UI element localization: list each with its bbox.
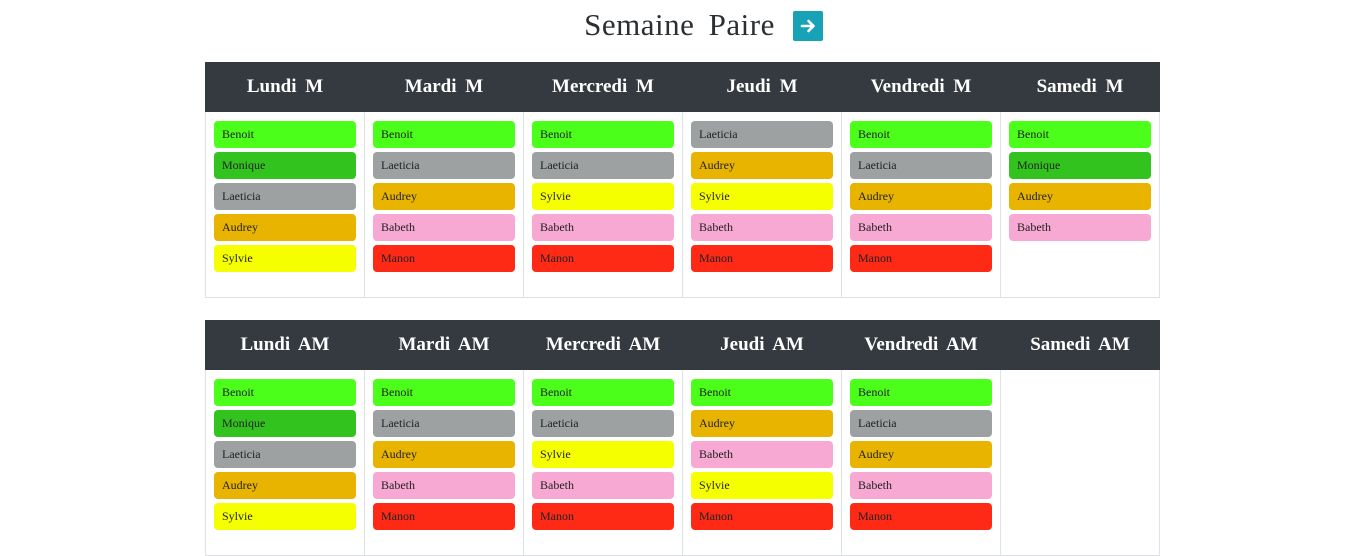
- person-badge[interactable]: Audrey: [373, 183, 515, 210]
- person-badge[interactable]: Benoit: [373, 121, 515, 148]
- person-badge[interactable]: Sylvie: [214, 503, 356, 530]
- person-badge[interactable]: Monique: [214, 410, 356, 437]
- day-cell: Benoit Monique Laeticia Audrey Sylvie: [205, 369, 365, 556]
- person-badge[interactable]: Benoit: [532, 121, 674, 148]
- person-badge[interactable]: Manon: [691, 503, 833, 530]
- person-badge[interactable]: Audrey: [691, 152, 833, 179]
- day-header: Lundi AM: [205, 320, 365, 370]
- person-badge[interactable]: Manon: [532, 245, 674, 272]
- arrow-right-icon: [800, 19, 815, 32]
- day-header: Jeudi AM: [682, 320, 842, 370]
- day-header: Mardi AM: [364, 320, 524, 370]
- day-cell: Benoit Laeticia Audrey Babeth Manon: [364, 111, 524, 298]
- title-wrap: Semaine Paire: [584, 8, 823, 41]
- person-badge[interactable]: Laeticia: [373, 152, 515, 179]
- person-badge[interactable]: Laeticia: [214, 183, 356, 210]
- person-badge[interactable]: Audrey: [214, 214, 356, 241]
- day-cell: Benoit Monique Audrey Babeth: [1000, 111, 1160, 298]
- day-cell: Benoit Laeticia Audrey Babeth Manon: [364, 369, 524, 556]
- next-week-button[interactable]: [792, 10, 823, 41]
- person-badge[interactable]: Manon: [850, 245, 992, 272]
- person-badge[interactable]: Audrey: [691, 410, 833, 437]
- person-badge[interactable]: Audrey: [373, 441, 515, 468]
- day-cell: Laeticia Audrey Sylvie Babeth Manon: [682, 111, 842, 298]
- day-header: Mercredi AM: [523, 320, 683, 370]
- person-badge[interactable]: Manon: [691, 245, 833, 272]
- person-badge[interactable]: Manon: [373, 503, 515, 530]
- day-cell: Benoit Monique Laeticia Audrey Sylvie: [205, 111, 365, 298]
- person-badge[interactable]: Laeticia: [373, 410, 515, 437]
- day-header: Samedi AM: [1000, 320, 1160, 370]
- day-cell: Benoit Laeticia Audrey Babeth Manon: [841, 111, 1001, 298]
- day-cell: Benoit Laeticia Audrey Babeth Manon: [841, 369, 1001, 556]
- person-badge[interactable]: Sylvie: [214, 245, 356, 272]
- person-badge[interactable]: Sylvie: [532, 441, 674, 468]
- morning-body-row: Benoit Monique Laeticia Audrey Sylvie Benoit…: [205, 111, 1160, 298]
- day-header: Mardi M: [364, 62, 524, 112]
- day-header: Samedi M: [1000, 62, 1160, 112]
- title-bar: Semaine Paire: [0, 0, 1365, 48]
- person-badge[interactable]: Benoit: [532, 379, 674, 406]
- person-badge[interactable]: Babeth: [373, 472, 515, 499]
- day-header: Mercredi M: [523, 62, 683, 112]
- person-badge[interactable]: Benoit: [850, 121, 992, 148]
- person-badge[interactable]: Babeth: [691, 214, 833, 241]
- person-badge[interactable]: Manon: [373, 245, 515, 272]
- person-badge[interactable]: Monique: [1009, 152, 1151, 179]
- person-badge[interactable]: Laeticia: [214, 441, 356, 468]
- person-badge[interactable]: Benoit: [1009, 121, 1151, 148]
- person-badge[interactable]: Sylvie: [532, 183, 674, 210]
- person-badge[interactable]: Laeticia: [532, 152, 674, 179]
- morning-schedule-table: Lundi M Mardi M Mercredi M Jeudi M Vendr…: [205, 62, 1160, 298]
- person-badge[interactable]: Benoit: [214, 379, 356, 406]
- person-badge[interactable]: Laeticia: [532, 410, 674, 437]
- afternoon-header-row: Lundi AM Mardi AM Mercredi AM Jeudi AM V…: [205, 320, 1160, 370]
- person-badge[interactable]: Benoit: [691, 379, 833, 406]
- person-badge[interactable]: Sylvie: [691, 183, 833, 210]
- person-badge[interactable]: Audrey: [850, 441, 992, 468]
- day-cell: [1000, 369, 1160, 556]
- day-header: Lundi M: [205, 62, 365, 112]
- person-badge[interactable]: Manon: [532, 503, 674, 530]
- person-badge[interactable]: Sylvie: [691, 472, 833, 499]
- person-badge[interactable]: Laeticia: [850, 410, 992, 437]
- day-header: Jeudi M: [682, 62, 842, 112]
- person-badge[interactable]: Babeth: [850, 472, 992, 499]
- person-badge[interactable]: Babeth: [532, 214, 674, 241]
- person-badge[interactable]: Audrey: [850, 183, 992, 210]
- day-cell: Benoit Laeticia Sylvie Babeth Manon: [523, 369, 683, 556]
- person-badge[interactable]: Benoit: [214, 121, 356, 148]
- afternoon-schedule-table: Lundi AM Mardi AM Mercredi AM Jeudi AM V…: [205, 320, 1160, 556]
- person-badge[interactable]: Benoit: [373, 379, 515, 406]
- day-cell: Benoit Audrey Babeth Sylvie Manon: [682, 369, 842, 556]
- afternoon-body-row: Benoit Monique Laeticia Audrey Sylvie Benoit…: [205, 369, 1160, 556]
- person-badge[interactable]: Babeth: [532, 472, 674, 499]
- person-badge[interactable]: Benoit: [850, 379, 992, 406]
- day-header: Vendredi AM: [841, 320, 1001, 370]
- person-badge[interactable]: Manon: [850, 503, 992, 530]
- morning-header-row: Lundi M Mardi M Mercredi M Jeudi M Vendr…: [205, 62, 1160, 112]
- page-title: Semaine Paire: [584, 6, 775, 42]
- person-badge[interactable]: Laeticia: [691, 121, 833, 148]
- person-badge[interactable]: Babeth: [691, 441, 833, 468]
- person-badge[interactable]: Babeth: [1009, 214, 1151, 241]
- day-header: Vendredi M: [841, 62, 1001, 112]
- day-cell: Benoit Laeticia Sylvie Babeth Manon: [523, 111, 683, 298]
- person-badge[interactable]: Babeth: [373, 214, 515, 241]
- person-badge[interactable]: Babeth: [850, 214, 992, 241]
- person-badge[interactable]: Audrey: [214, 472, 356, 499]
- person-badge[interactable]: Audrey: [1009, 183, 1151, 210]
- person-badge[interactable]: Monique: [214, 152, 356, 179]
- person-badge[interactable]: Laeticia: [850, 152, 992, 179]
